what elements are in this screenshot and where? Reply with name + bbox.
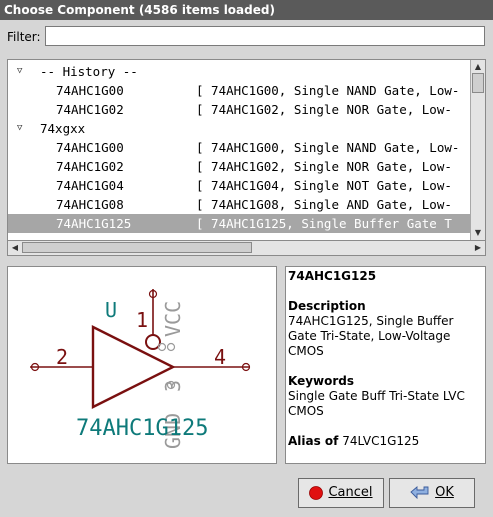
vcc-pin-end [157, 342, 167, 352]
buffer-symbol-drawing: U 2 4 1 VCC 3 GND 74AHC1G125 [30, 289, 251, 449]
horizontal-scroll-thumb[interactable] [22, 242, 252, 253]
cancel-icon [309, 485, 324, 500]
alias-block: Alias of 74LVC1G125 [288, 434, 483, 449]
alias-label: Alias of [288, 434, 339, 448]
vcc-pin-end-2 [166, 342, 176, 352]
tree-item-description: [ 74AHC1G04, Single NOT Gate, Low- [196, 178, 452, 193]
vcc-pin-name: VCC [161, 301, 185, 337]
tree-item-name: 74AHC1G00 [56, 83, 124, 98]
tree-rows: ▽ -- History -- 74AHC1G00 [ 74AHC1G00, Sing… [8, 62, 470, 233]
ok-button-label: OK [435, 485, 454, 500]
tree-item-row[interactable]: 74AHC1G02 [ 74AHC1G02, Single NOR Gate, L… [8, 157, 470, 176]
tree-item-row[interactable]: 74AHC1G00 [ 74AHC1G00, Single NAND Gate, … [8, 81, 470, 100]
symbol-preview: U 2 4 1 VCC 3 GND 74AHC1G125 [7, 266, 277, 464]
symbol-value: 74AHC1G125 [76, 416, 208, 441]
component-name: 74AHC1G125 [288, 269, 377, 283]
tree-item-description: [ 74AHC1G125, Single Buffer Gate T [196, 216, 452, 231]
window-title: Choose Component (4586 items loaded) [0, 0, 493, 20]
scroll-up-icon[interactable]: ▲ [472, 61, 484, 73]
oe-pin-number: 1 [136, 308, 148, 332]
cancel-button-label: Cancel [328, 485, 373, 500]
keywords-text: Single Gate Buff Tri-State LVC CMOS [288, 389, 465, 418]
ok-button[interactable]: OK [389, 478, 475, 508]
alias-text: 74LVC1G125 [342, 434, 420, 448]
tree-item-description: [ 74AHC1G00, Single NAND Gate, Low- [196, 83, 460, 98]
tree-item-name: 74AHC1G02 [56, 159, 124, 174]
tree-item-description: [ 74AHC1G08, Single AND Gate, Low- [196, 197, 452, 212]
tree-item-row[interactable]: 74AHC1G00 [ 74AHC1G00, Single NAND Gate, … [8, 138, 470, 157]
oe-inversion-bubble [145, 334, 161, 350]
description-block: Description 74AHC1G125, Single Buffer Ga… [288, 299, 483, 359]
description-label: Description [288, 299, 366, 313]
tree-item-name: 74AHC1G04 [56, 178, 124, 193]
vertical-scroll-thumb[interactable] [472, 73, 484, 93]
cancel-button[interactable]: Cancel [298, 478, 384, 508]
tree-item-name: 74AHC1G02 [56, 102, 124, 117]
scroll-down-icon[interactable]: ▼ [472, 227, 484, 239]
tree-horizontal-scrollbar[interactable]: ◀ ▶ [7, 241, 486, 256]
component-info-panel: 74AHC1G125 Description 74AHC1G125, Singl… [285, 266, 486, 464]
scroll-left-icon[interactable]: ◀ [9, 242, 21, 254]
expander-icon[interactable]: ▽ [17, 62, 22, 81]
filter-label: Filter: [7, 30, 41, 44]
keywords-block: Keywords Single Gate Buff Tri-State LVC … [288, 374, 483, 419]
tree-item-description: [ 74AHC1G00, Single NAND Gate, Low- [196, 140, 460, 155]
input-pin-number: 2 [56, 345, 68, 369]
ok-arrow-icon [410, 485, 429, 499]
tree-vertical-scrollbar[interactable]: ▲ ▼ [470, 60, 485, 240]
buffer-triangle [91, 325, 176, 409]
symbol-reference: U [105, 298, 117, 322]
tree-item-row[interactable]: 74AHC1G125 [ 74AHC1G125, Single Buffer Ga… [8, 214, 470, 233]
tree-item-description: [ 74AHC1G02, Single NOR Gate, Low- [196, 159, 452, 174]
tree-group-row[interactable]: ▽ -- History -- [8, 62, 470, 81]
gnd-pin-number: 3 [161, 380, 185, 392]
tree-group-label: -- History -- [40, 64, 138, 79]
tree-item-row[interactable]: 74AHC1G02 [ 74AHC1G02, Single NOR Gate, L… [8, 100, 470, 119]
tree-item-name: 74AHC1G125 [56, 216, 132, 231]
component-tree[interactable]: ▽ -- History -- 74AHC1G00 [ 74AHC1G00, Sing… [7, 59, 486, 241]
tree-group-row[interactable]: ▽ 74xgxx [8, 119, 470, 138]
tree-item-name: 74AHC1G08 [56, 197, 124, 212]
tree-item-description: [ 74AHC1G02, Single NOR Gate, Low- [196, 102, 452, 117]
output-pin-number: 4 [214, 345, 226, 369]
scroll-right-icon[interactable]: ▶ [472, 242, 484, 254]
tree-group-label: 74xgxx [40, 121, 86, 136]
tree-item-row[interactable]: 74AHC1G04 [ 74AHC1G04, Single NOT Gate, L… [8, 176, 470, 195]
tree-item-row[interactable]: 74AHC1G08 [ 74AHC1G08, Single AND Gate, L… [8, 195, 470, 214]
description-text: 74AHC1G125, Single Buffer Gate Tri-State… [288, 314, 454, 358]
expander-icon[interactable]: ▽ [17, 119, 22, 138]
keywords-label: Keywords [288, 374, 355, 388]
filter-row: Filter: [0, 22, 493, 52]
tree-item-name: 74AHC1G00 [56, 140, 124, 155]
filter-input[interactable] [45, 26, 485, 46]
